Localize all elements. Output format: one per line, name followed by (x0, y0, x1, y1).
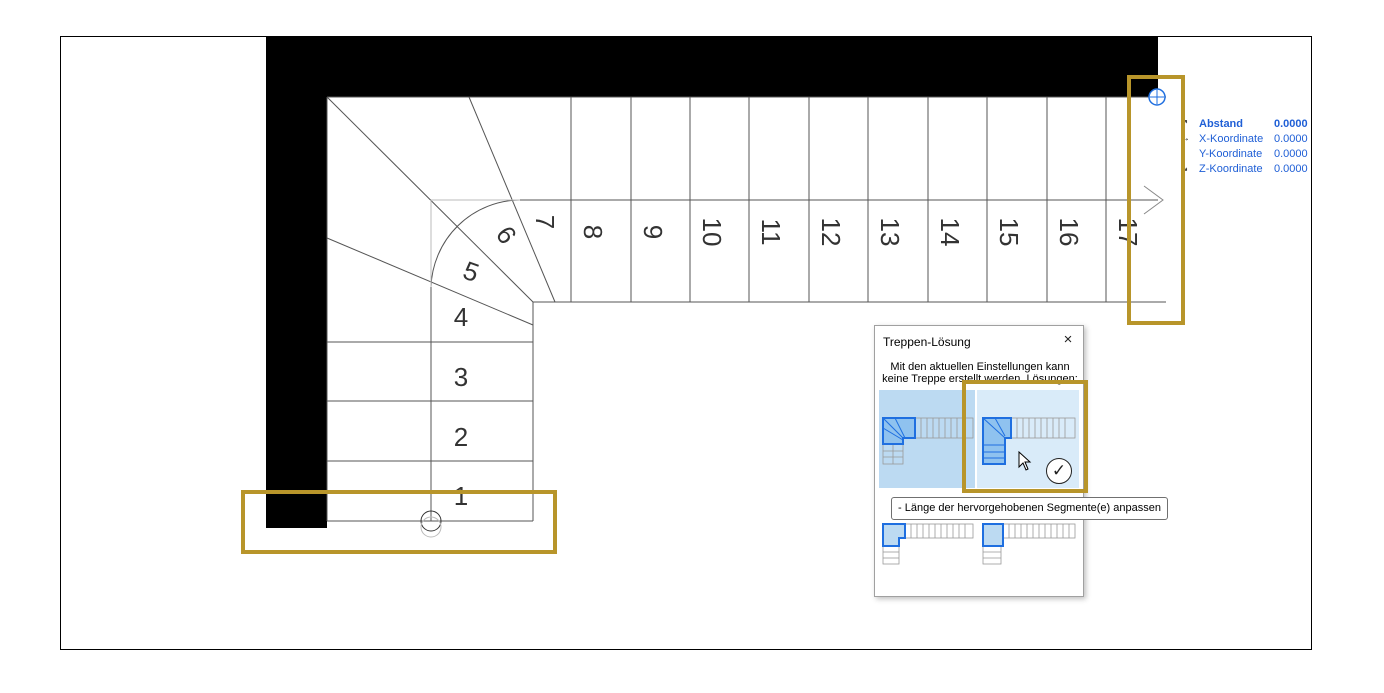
close-button[interactable]: × (1059, 331, 1077, 349)
coord-row-distance: ↗ Abstand 0.0000 (1180, 118, 1308, 130)
stair-preview-icon (882, 523, 974, 565)
step-number: 5 (459, 255, 483, 288)
dialog-title: Treppen-Lösung (883, 335, 971, 349)
coord-row-x: → X-Koordinate 0.0000 (1180, 133, 1308, 145)
solution-option-4[interactable] (977, 520, 1079, 570)
solution-option-1[interactable] (879, 390, 975, 488)
solution-option-3[interactable] (879, 520, 975, 570)
step-number: 3 (454, 362, 468, 392)
coord-row-z: ↘ Z-Koordinate 0.0000 (1180, 163, 1308, 175)
tooltip: - Länge der hervorgehobenen Segmente(e) … (891, 497, 1168, 520)
step-number: 14 (935, 218, 965, 247)
step-number: 11 (756, 219, 786, 246)
step-number: 12 (816, 218, 846, 247)
step-number: 10 (697, 218, 727, 247)
step-number: 13 (875, 218, 905, 247)
highlight-selected-option (962, 380, 1088, 493)
stair-preview-icon (982, 523, 1076, 565)
step-number: 2 (454, 422, 468, 452)
coordinate-panel: ↗ Abstand 0.0000 → X-Koordinate 0.0000 ↕… (1180, 118, 1310, 178)
coord-row-y: ↕ Y-Koordinate 0.0000 (1180, 148, 1308, 160)
step-number: 4 (454, 302, 468, 332)
highlight-stair-end (1127, 75, 1185, 325)
wall-left (266, 36, 327, 528)
step-number: 7 (530, 215, 560, 229)
step-number: 15 (994, 218, 1024, 247)
step-number: 6 (490, 220, 523, 249)
stair-preview-icon (882, 417, 974, 465)
wall-top (266, 36, 1158, 97)
step-number: 16 (1054, 218, 1084, 247)
step-number: 8 (578, 225, 608, 239)
step-number: 9 (638, 225, 668, 239)
highlight-stair-start (241, 490, 557, 554)
